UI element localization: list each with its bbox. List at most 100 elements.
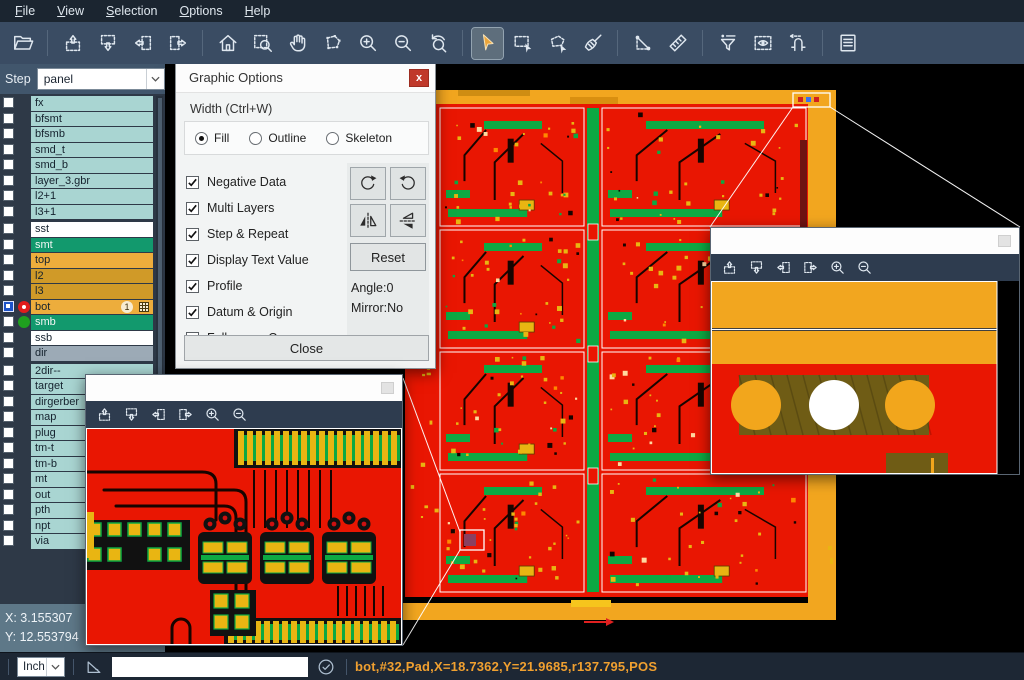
magnifier-window-button[interactable] (998, 235, 1011, 247)
layer-row-l3+1[interactable]: l3+1 (0, 205, 165, 220)
magnifier-title-bar[interactable] (86, 375, 402, 401)
magnifier-window-button[interactable] (381, 382, 394, 394)
layer-visibility-checkbox[interactable] (3, 285, 14, 296)
pan-down-button[interactable] (119, 403, 144, 426)
layer-row-smd_b[interactable]: smd_b (0, 158, 165, 173)
mirror-vertical-button[interactable] (390, 204, 426, 237)
layer-visibility-checkbox[interactable] (3, 347, 14, 358)
layer-visibility-checkbox[interactable] (3, 128, 14, 139)
menu-options[interactable]: Options (168, 2, 233, 20)
magnifier-view[interactable] (711, 281, 1019, 474)
layer-visibility-checkbox[interactable] (3, 427, 14, 438)
zoom-in-button[interactable] (352, 28, 383, 59)
mirror-horizontal-button[interactable] (350, 204, 386, 237)
layer-row-fx[interactable]: fx (0, 96, 165, 111)
layer-row-l2+1[interactable]: l2+1 (0, 189, 165, 204)
layer-row-ssb[interactable]: ssb (0, 331, 165, 346)
layer-row-bfsmb[interactable]: bfsmb (0, 127, 165, 142)
check-circle-icon[interactable] (316, 657, 336, 677)
layer-red-indicator[interactable] (18, 301, 30, 313)
layer-visibility-checkbox[interactable] (3, 332, 14, 343)
rotate-ccw-button[interactable] (390, 167, 426, 200)
layer-row-l3[interactable]: l3 (0, 284, 165, 299)
radio-skeleton[interactable]: Skeleton (326, 131, 392, 145)
layer-row-smb[interactable]: smb (0, 315, 165, 330)
layer-visibility-checkbox[interactable] (3, 175, 14, 186)
layer-visibility-checkbox[interactable] (3, 239, 14, 250)
view-options-button[interactable] (747, 28, 778, 59)
zoom-in-button[interactable] (200, 403, 225, 426)
pan-left-button[interactable] (127, 28, 158, 59)
zoom-polygon-button[interactable] (317, 28, 348, 59)
layer-visibility-checkbox[interactable] (3, 380, 14, 391)
radio-fill[interactable]: Fill (195, 131, 229, 145)
menu-help[interactable]: Help (234, 2, 282, 20)
layer-green-indicator[interactable] (18, 316, 30, 328)
layer-visibility-checkbox[interactable] (3, 316, 14, 327)
pan-up-button[interactable] (92, 403, 117, 426)
home-view-button[interactable] (212, 28, 243, 59)
checkbox-step-repeat[interactable]: Step & Repeat (186, 221, 309, 247)
layer-visibility-checkbox[interactable] (3, 301, 14, 312)
layer-row-l2[interactable]: l2 (0, 269, 165, 284)
pan-right-button[interactable] (162, 28, 193, 59)
layer-visibility-checkbox[interactable] (3, 535, 14, 546)
magnifier-title-bar[interactable] (711, 228, 1019, 254)
step-select[interactable]: panel (37, 68, 165, 90)
layers-panel-button[interactable] (832, 28, 863, 59)
measure-ruler-button[interactable] (662, 28, 693, 59)
layer-visibility-checkbox[interactable] (3, 254, 14, 265)
dialog-title-bar[interactable]: Graphic Options x (176, 63, 435, 93)
layer-row-bfsmt[interactable]: bfsmt (0, 112, 165, 127)
layer-row-layer_3.gbr[interactable]: layer_3.gbr (0, 174, 165, 189)
checkbox-multi-layers[interactable]: Multi Layers (186, 195, 309, 221)
zoom-window-button[interactable] (247, 28, 278, 59)
pan-down-button[interactable] (92, 28, 123, 59)
open-file-button[interactable] (7, 28, 38, 59)
layer-visibility-checkbox[interactable] (3, 365, 14, 376)
layer-visibility-checkbox[interactable] (3, 206, 14, 217)
layer-row-bot[interactable]: bot1 (0, 300, 165, 315)
zoom-out-button[interactable] (227, 403, 252, 426)
zoom-previous-button[interactable] (422, 28, 453, 59)
magnifier-window-1[interactable] (85, 374, 403, 646)
magnifier-window-2[interactable] (710, 227, 1020, 475)
reset-button[interactable]: Reset (350, 243, 426, 271)
layer-visibility-checkbox[interactable] (3, 520, 14, 531)
layer-visibility-checkbox[interactable] (3, 113, 14, 124)
snap-mode-button[interactable] (782, 28, 813, 59)
close-button[interactable]: Close (184, 335, 429, 361)
pan-right-button[interactable] (173, 403, 198, 426)
pan-right-button[interactable] (798, 256, 823, 279)
select-cursor-button[interactable] (472, 28, 503, 59)
rotate-cw-button[interactable] (350, 167, 386, 200)
layer-row-top[interactable]: top (0, 253, 165, 268)
zoom-out-button[interactable] (387, 28, 418, 59)
dialog-close-icon[interactable]: x (409, 69, 429, 87)
layer-visibility-checkbox[interactable] (3, 504, 14, 515)
layer-row-dir[interactable]: dir (0, 346, 165, 361)
unit-select[interactable]: Inch (17, 657, 65, 677)
layer-row-smd_t[interactable]: smd_t (0, 143, 165, 158)
measure-corner-icon[interactable] (84, 657, 104, 677)
layer-visibility-checkbox[interactable] (3, 411, 14, 422)
layer-row-smt[interactable]: smt (0, 238, 165, 253)
clean-brush-button[interactable] (577, 28, 608, 59)
layer-visibility-checkbox[interactable] (3, 97, 14, 108)
command-input[interactable] (112, 657, 308, 677)
pan-left-button[interactable] (146, 403, 171, 426)
pan-left-button[interactable] (771, 256, 796, 279)
filter-button[interactable] (712, 28, 743, 59)
measure-distance-button[interactable] (627, 28, 658, 59)
checkbox-profile[interactable]: Profile (186, 273, 309, 299)
layer-visibility-checkbox[interactable] (3, 473, 14, 484)
layer-visibility-checkbox[interactable] (3, 223, 14, 234)
checkbox-negative-data[interactable]: Negative Data (186, 169, 309, 195)
layer-visibility-checkbox[interactable] (3, 190, 14, 201)
radio-outline[interactable]: Outline (249, 131, 306, 145)
magnifier-view[interactable] (86, 428, 402, 645)
layer-row-sst[interactable]: sst (0, 222, 165, 237)
menu-file[interactable]: File (4, 2, 46, 20)
layer-visibility-checkbox[interactable] (3, 442, 14, 453)
zoom-in-button[interactable] (825, 256, 850, 279)
